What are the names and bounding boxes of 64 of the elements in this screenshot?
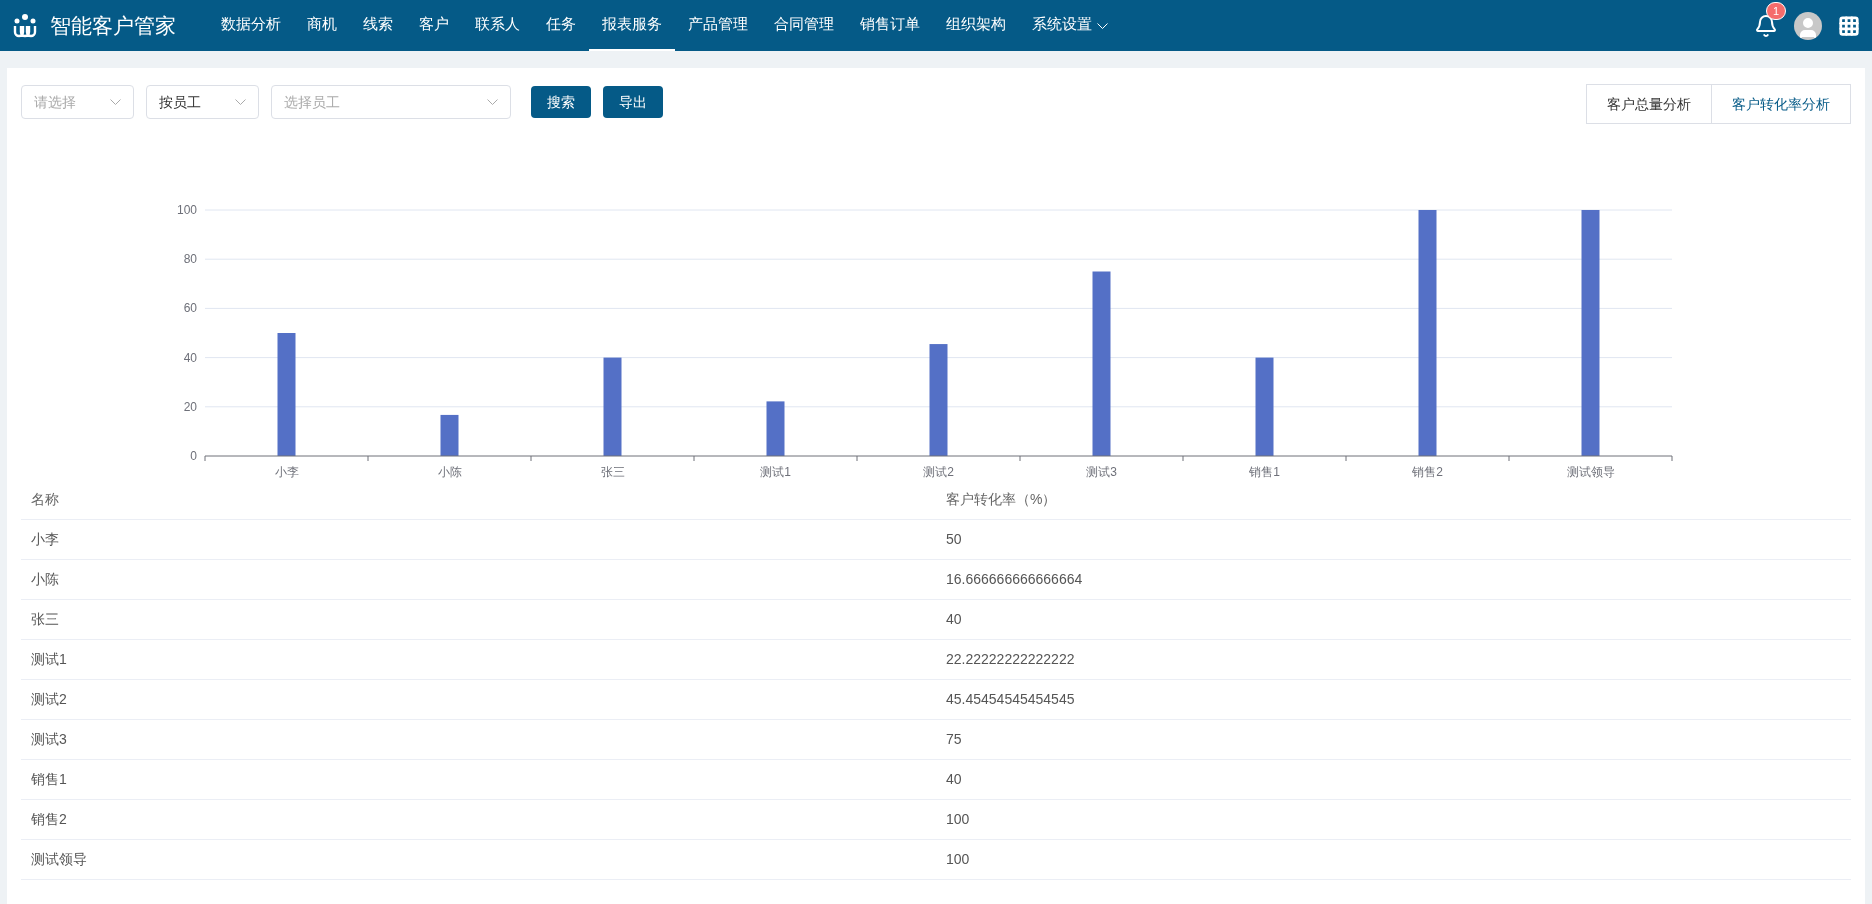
x-tick-label: 测试领导 bbox=[1566, 465, 1615, 479]
apps-grid-icon[interactable] bbox=[1838, 14, 1860, 37]
nav-tab[interactable]: 数据分析 bbox=[208, 0, 294, 51]
chevron-down-icon bbox=[1097, 22, 1108, 29]
notification-badge: 1 bbox=[1766, 1, 1787, 20]
table-cell: 16.666666666666664 bbox=[936, 559, 1851, 599]
view-tab[interactable]: 客户总量分析 bbox=[1587, 85, 1711, 123]
table-cell: 测试3 bbox=[21, 719, 936, 759]
x-tick-label: 小陈 bbox=[437, 465, 462, 479]
chevron-down-icon bbox=[487, 99, 498, 105]
notification-bell-icon[interactable] bbox=[1754, 13, 1778, 38]
view-tab[interactable]: 客户转化率分析 bbox=[1711, 85, 1850, 123]
select-field[interactable]: 按员工 bbox=[146, 85, 259, 119]
column-header: 客户转化率（%） bbox=[936, 480, 1851, 519]
table-cell: 测试2 bbox=[21, 679, 936, 719]
bar bbox=[440, 414, 459, 456]
table-cell: 100 bbox=[936, 799, 1851, 839]
nav-tab[interactable]: 商机 bbox=[294, 0, 350, 51]
table-cell: 销售1 bbox=[21, 759, 936, 799]
y-tick-label: 60 bbox=[183, 301, 197, 316]
app-title: 智能客户管家 bbox=[50, 12, 176, 39]
nav-tab[interactable]: 任务 bbox=[533, 0, 589, 51]
y-tick-label: 0 bbox=[190, 449, 197, 463]
x-tick-label: 张三 bbox=[600, 465, 625, 479]
nav-tab[interactable]: 联系人 bbox=[462, 0, 533, 51]
y-tick-label: 20 bbox=[183, 399, 197, 414]
nav-tab[interactable]: 销售订单 bbox=[847, 0, 933, 51]
table-cell: 小陈 bbox=[21, 559, 936, 599]
table-cell: 75 bbox=[936, 719, 1851, 759]
nav-tab[interactable]: 产品管理 bbox=[675, 0, 761, 51]
x-tick-label: 测试3 bbox=[1086, 465, 1117, 479]
nav-tab[interactable]: 系统设置 bbox=[1019, 0, 1105, 51]
logo-icon bbox=[12, 12, 38, 39]
y-tick-label: 40 bbox=[183, 350, 197, 365]
nav-tab[interactable]: 组织架构 bbox=[933, 0, 1019, 51]
table-cell: 销售2 bbox=[21, 799, 936, 839]
nav-tab[interactable]: 报表服务 bbox=[589, 0, 675, 51]
action-button[interactable]: 导出 bbox=[603, 86, 663, 118]
table-cell: 测试1 bbox=[21, 639, 936, 679]
table-cell: 45.45454545454545 bbox=[936, 679, 1851, 719]
x-tick-label: 测试1 bbox=[760, 465, 791, 479]
table-cell: 小李 bbox=[21, 519, 936, 559]
chevron-down-icon bbox=[110, 99, 121, 105]
y-tick-label: 100 bbox=[176, 203, 197, 217]
user-avatar[interactable] bbox=[1794, 11, 1822, 40]
table-cell: 测试领导 bbox=[21, 839, 936, 879]
nav-tab[interactable]: 线索 bbox=[350, 0, 406, 51]
action-button[interactable]: 搜索 bbox=[531, 86, 591, 118]
table-cell: 40 bbox=[936, 759, 1851, 799]
column-header: 名称 bbox=[21, 480, 936, 519]
x-tick-label: 小李 bbox=[274, 465, 299, 479]
table-cell: 22.22222222222222 bbox=[936, 639, 1851, 679]
bar bbox=[766, 401, 785, 456]
table-cell: 张三 bbox=[21, 599, 936, 639]
chevron-down-icon bbox=[235, 99, 246, 105]
y-tick-label: 80 bbox=[183, 252, 197, 267]
nav-tab[interactable]: 合同管理 bbox=[761, 0, 847, 51]
x-tick-label: 测试2 bbox=[923, 465, 954, 479]
nav-tab[interactable]: 客户 bbox=[406, 0, 462, 51]
x-tick-label: 销售1 bbox=[1249, 465, 1280, 479]
table-cell: 40 bbox=[936, 599, 1851, 639]
table-cell: 50 bbox=[936, 519, 1851, 559]
table-cell: 100 bbox=[936, 839, 1851, 879]
x-tick-label: 销售2 bbox=[1412, 465, 1443, 479]
